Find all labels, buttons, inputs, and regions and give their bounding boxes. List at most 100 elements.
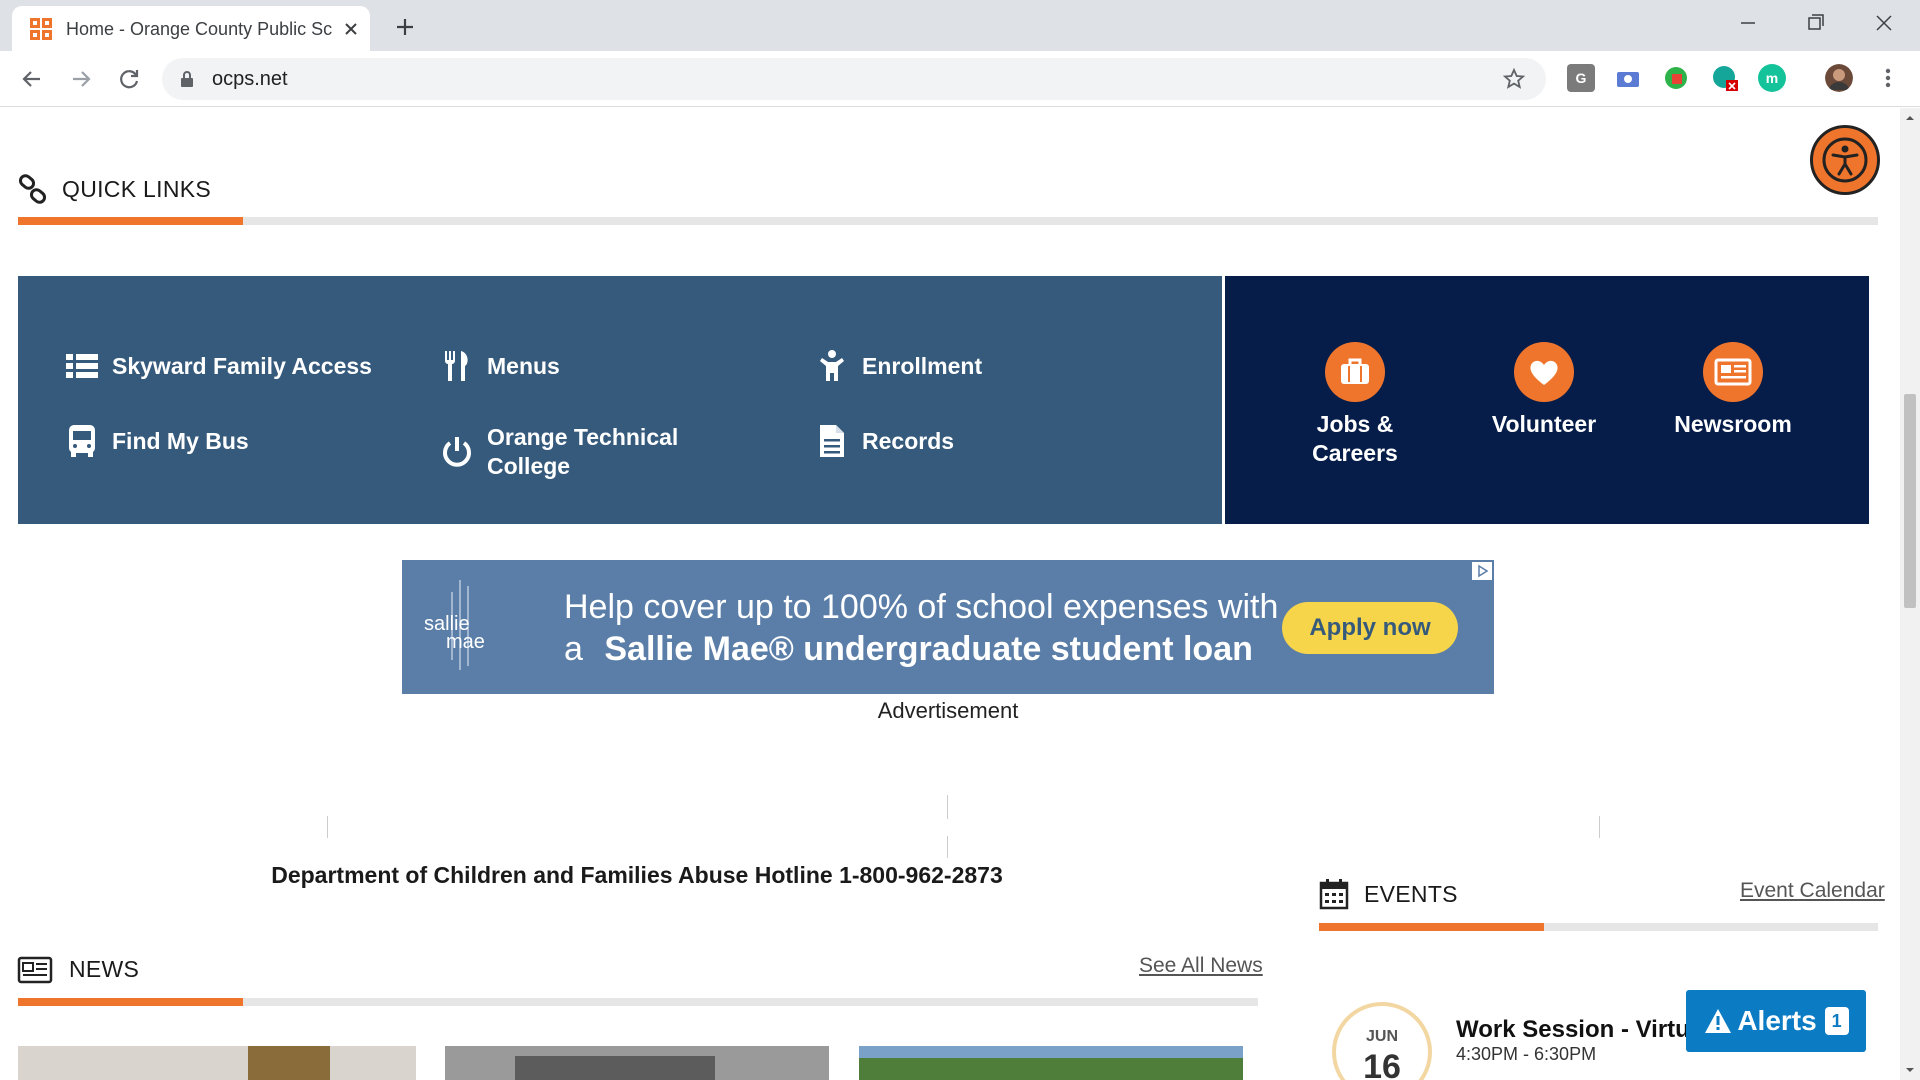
featured-volunteer[interactable]: Volunteer xyxy=(1464,342,1624,439)
separator-line xyxy=(947,836,948,858)
sallie-mae-logo: sallie mae xyxy=(424,580,485,670)
quick-link-find-my-bus[interactable]: Find My Bus xyxy=(64,423,249,459)
list-icon xyxy=(66,354,98,378)
new-tab-icon[interactable] xyxy=(390,12,420,42)
quick-link-orange-technical-college[interactable]: Orange Technical College xyxy=(439,423,707,481)
news-rule-accent xyxy=(18,998,243,1006)
newspaper-icon xyxy=(1714,358,1752,386)
accessibility-button[interactable] xyxy=(1810,125,1880,195)
alerts-button[interactable]: Alerts 1 xyxy=(1686,990,1866,1052)
quick-links-rule xyxy=(18,217,1878,225)
address-bar[interactable]: ocps.net xyxy=(162,58,1546,100)
ocps-favicon-icon xyxy=(30,18,52,40)
news-title: NEWS xyxy=(69,956,140,982)
forward-arrow-icon[interactable] xyxy=(65,63,97,95)
quick-link-enrollment[interactable]: Enrollment xyxy=(814,348,982,384)
featured-icon-circle xyxy=(1514,342,1574,402)
translate-extension-icon[interactable] xyxy=(1662,64,1690,92)
quick-link-label: Orange Technical College xyxy=(487,424,679,479)
alerts-count-badge: 1 xyxy=(1824,1007,1849,1035)
bus-icon xyxy=(69,425,95,457)
extension-m-icon[interactable]: m xyxy=(1758,64,1786,92)
quick-link-records[interactable]: Records xyxy=(814,423,954,459)
featured-jobs-careers[interactable]: Jobs & Careers xyxy=(1275,342,1435,468)
bookmark-star-icon[interactable] xyxy=(1502,67,1526,91)
separator-line xyxy=(947,795,948,819)
separator-line xyxy=(327,816,328,838)
quick-link-label: Enrollment xyxy=(862,352,983,379)
browser-tab[interactable]: Home - Orange County Public Sc xyxy=(12,6,370,51)
browser-titlebar: Home - Orange County Public Sc xyxy=(0,0,1920,51)
url-text: ocps.net xyxy=(212,68,288,90)
grammar-extension-icon[interactable] xyxy=(1711,64,1739,92)
advertisement-banner[interactable]: sallie mae Help cover up to 100% of scho… xyxy=(402,560,1494,694)
apply-now-button[interactable]: Apply now xyxy=(1282,602,1458,654)
link-chain-icon xyxy=(18,174,47,204)
featured-label: Newsroom xyxy=(1674,411,1792,437)
restore-icon[interactable] xyxy=(1797,8,1833,38)
ad-choices-icon[interactable] xyxy=(1472,562,1492,580)
document-icon xyxy=(820,425,844,457)
news-card-image[interactable] xyxy=(445,1046,829,1080)
event-time: 4:30PM - 6:30PM xyxy=(1456,1044,1597,1064)
event-title[interactable]: Work Session - Virtua xyxy=(1456,1016,1703,1044)
avatar[interactable] xyxy=(1825,64,1853,92)
news-card-image[interactable] xyxy=(18,1046,416,1080)
camera-extension-icon[interactable] xyxy=(1614,64,1642,92)
minimize-icon[interactable] xyxy=(1730,8,1766,38)
featured-links-panel: Jobs & Careers Volunteer Newsroom xyxy=(1225,276,1869,524)
accessibility-icon xyxy=(1822,137,1868,183)
featured-icon-circle xyxy=(1325,342,1385,402)
close-window-icon[interactable] xyxy=(1866,8,1902,38)
browser-toolbar: ocps.net G m xyxy=(0,51,1920,107)
menu-dots-icon[interactable] xyxy=(1874,64,1902,92)
events-title: EVENTS xyxy=(1364,881,1458,907)
back-arrow-icon[interactable] xyxy=(16,63,48,95)
power-icon xyxy=(443,437,471,467)
lock-icon xyxy=(181,71,193,87)
news-card-image[interactable] xyxy=(859,1046,1243,1080)
briefcase-icon xyxy=(1341,358,1369,384)
featured-newsroom[interactable]: Newsroom xyxy=(1653,342,1813,439)
quick-links-title: QUICK LINKS xyxy=(62,176,212,202)
ad-headline-line1: Help cover up to 100% of school expenses… xyxy=(564,588,1279,626)
advertisement-caption: Advertisement xyxy=(877,698,1019,723)
ad-headline-prefix: a xyxy=(564,630,583,668)
news-rule xyxy=(18,998,1258,1006)
quick-link-skyward[interactable]: Skyward Family Access xyxy=(64,348,372,384)
child-icon xyxy=(820,350,844,381)
fork-knife-icon xyxy=(445,351,468,381)
event-day: 16 xyxy=(1363,1048,1401,1080)
featured-label: Volunteer xyxy=(1491,411,1597,437)
separator-line xyxy=(1599,816,1600,838)
quick-link-label: Skyward Family Access xyxy=(112,352,372,379)
alerts-label: Alerts xyxy=(1737,1005,1817,1036)
tab-title: Home - Orange County Public Sc xyxy=(66,19,333,39)
newspaper-icon xyxy=(17,956,53,984)
ad-headline-line2: a Sallie Mae® undergraduate student loan xyxy=(564,630,1253,669)
event-month: JUN xyxy=(1365,1028,1398,1045)
featured-icon-circle xyxy=(1703,342,1763,402)
quick-links-panel: Skyward Family Access Menus Enrollment F… xyxy=(18,276,1222,524)
featured-label: Jobs & Careers xyxy=(1312,411,1398,466)
scroll-down-icon[interactable] xyxy=(1904,1064,1916,1076)
see-all-news-link[interactable]: See All News xyxy=(1139,954,1263,978)
scroll-thumb[interactable] xyxy=(1904,394,1916,608)
extension-g-icon[interactable]: G xyxy=(1567,64,1595,92)
ad-brand-line2: mae xyxy=(446,631,485,653)
events-rule xyxy=(1319,923,1878,931)
reload-icon[interactable] xyxy=(113,63,145,95)
quick-link-menus[interactable]: Menus xyxy=(439,348,560,384)
quick-links-rule-accent xyxy=(18,217,243,225)
calendar-icon xyxy=(1319,879,1349,910)
heart-icon xyxy=(1530,360,1558,385)
events-rule-accent xyxy=(1319,923,1544,931)
close-tab-icon[interactable] xyxy=(340,18,362,40)
page-scrollbar[interactable] xyxy=(1900,108,1920,1080)
scroll-up-icon[interactable] xyxy=(1904,112,1916,124)
event-calendar-link[interactable]: Event Calendar xyxy=(1740,879,1885,903)
quick-link-label: Menus xyxy=(487,352,560,379)
abuse-hotline-text[interactable]: Department of Children and Families Abus… xyxy=(18,862,1256,889)
quick-link-label: Records xyxy=(862,427,955,454)
ad-headline-bold: Sallie Mae® undergraduate student loan xyxy=(604,630,1253,668)
